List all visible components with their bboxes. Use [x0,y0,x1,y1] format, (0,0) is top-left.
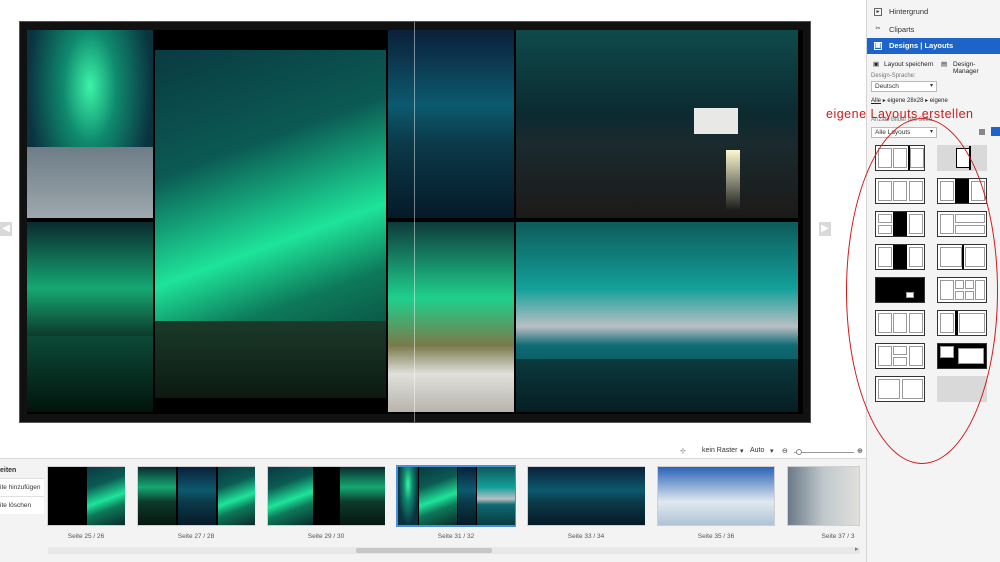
thumbnail-page-31-32[interactable] [396,465,516,527]
thumbnail-page-35-36[interactable] [657,466,775,526]
grid-icon: ⊹ [680,448,686,455]
zoom-in-icon[interactable]: ⊕ [857,447,863,455]
thumbnail-label: Seite 27 / 28 [177,533,215,540]
clipart-icon: ✂ [875,26,881,32]
photo-aurora-coast[interactable] [27,30,153,218]
design-manager-icon[interactable]: ▤ [941,60,947,68]
design-language-select[interactable]: Deutsch ▾ [871,81,937,92]
zoom-select[interactable]: Auto [750,447,764,454]
thumbnail-page-25-26[interactable] [47,466,125,526]
photo-aurora-water[interactable] [388,30,514,218]
grid-select[interactable]: kein Raster [702,447,737,454]
photo-aurora-beach[interactable] [388,222,514,412]
breadcrumb: Alle ▸ eigene 28x28 ▸ eigene [871,97,948,104]
panel-item-label: Designs | Layouts [889,41,954,50]
panel-item-label: Cliparts [889,25,915,34]
thumbnail-label: Seite 29 / 30 [307,533,345,540]
view-grid-icon[interactable] [991,127,1000,136]
panel-item-background[interactable]: ▸ Hintergrund [867,4,1000,20]
filmstrip-scrollbar[interactable] [48,547,860,554]
arrow-right-icon[interactable]: ▶ [819,222,831,236]
arrow-left-icon[interactable]: ◀ [0,222,12,236]
designs-icon: ▦ [874,42,882,50]
pages-menu: eiten ite hinzufügen ite löschen [0,461,44,514]
save-layout-button[interactable]: Layout speichern [884,61,934,68]
panel-item-cliparts[interactable]: ✂ Cliparts [867,22,1000,38]
chevron-down-icon[interactable]: ▾ [740,447,744,455]
scroll-right-icon[interactable]: ▸ [855,545,859,553]
thumbnail-page-27-28[interactable] [137,466,255,526]
panel-item-designs-layouts[interactable]: ▦ Designs | Layouts [867,38,1000,54]
thumbnail-page-33-34[interactable] [527,466,645,526]
thumbnail-label: Seite 33 / 34 [567,533,605,540]
panel-item-label: Hintergrund [889,7,929,16]
add-page-button[interactable]: ite hinzufügen [0,478,44,496]
photo-book-spread[interactable] [20,22,810,422]
design-language-value: Deutsch [875,83,899,90]
zoom-slider-handle[interactable] [796,449,802,455]
zoom-slider[interactable] [794,452,854,453]
zoom-out-icon[interactable]: ⊖ [782,447,788,455]
delete-page-button[interactable]: ite löschen [0,496,44,514]
thumbnail-label: Seite 31 / 32 [437,533,475,540]
annotation-label: eigene Layouts erstellen [826,107,974,121]
background-icon: ▸ [874,8,882,16]
canvas-area[interactable]: ◀ ▶ [0,0,866,446]
chevron-down-icon: ▾ [929,83,933,89]
spread-spine [414,22,415,422]
photo-aurora-large[interactable] [155,50,386,398]
breadcrumb-folder[interactable]: eigene 28x28 [887,98,923,104]
annotation-ellipse [846,118,998,464]
view-single-icon[interactable] [979,129,985,135]
breadcrumb-sub[interactable]: eigene [930,98,948,104]
breadcrumb-separator: ▸ [882,98,886,104]
thumbnail-page-37[interactable] [787,466,860,526]
chevron-down-icon[interactable]: ▾ [770,447,774,455]
pages-menu-heading: eiten [0,467,17,474]
design-language-label: Design-Sprache: [871,73,916,79]
thumbnail-label: Seite 25 / 26 [67,533,105,540]
photo-aurora-church[interactable] [516,30,798,218]
thumbnail-page-29-30[interactable] [267,466,385,526]
spread-page-area [27,30,803,414]
breadcrumb-separator: ▸ [925,98,929,104]
breadcrumb-all[interactable]: Alle [871,98,881,104]
view-toolbar: ⊹ kein Raster ▾ Auto ▾ ⊖ ⊕ [678,446,866,458]
save-layout-icon[interactable]: ▣ [873,60,879,68]
thumbnail-label: Seite 35 / 36 [697,533,735,540]
design-manager-button[interactable]: Design-Manager [953,61,1000,75]
photo-aurora-mountains[interactable] [516,222,798,412]
page-filmstrip: eiten ite hinzufügen ite löschen Seite 2… [0,458,866,562]
scrollbar-thumb[interactable] [356,548,492,553]
photo-aurora-reflection[interactable] [27,222,153,412]
